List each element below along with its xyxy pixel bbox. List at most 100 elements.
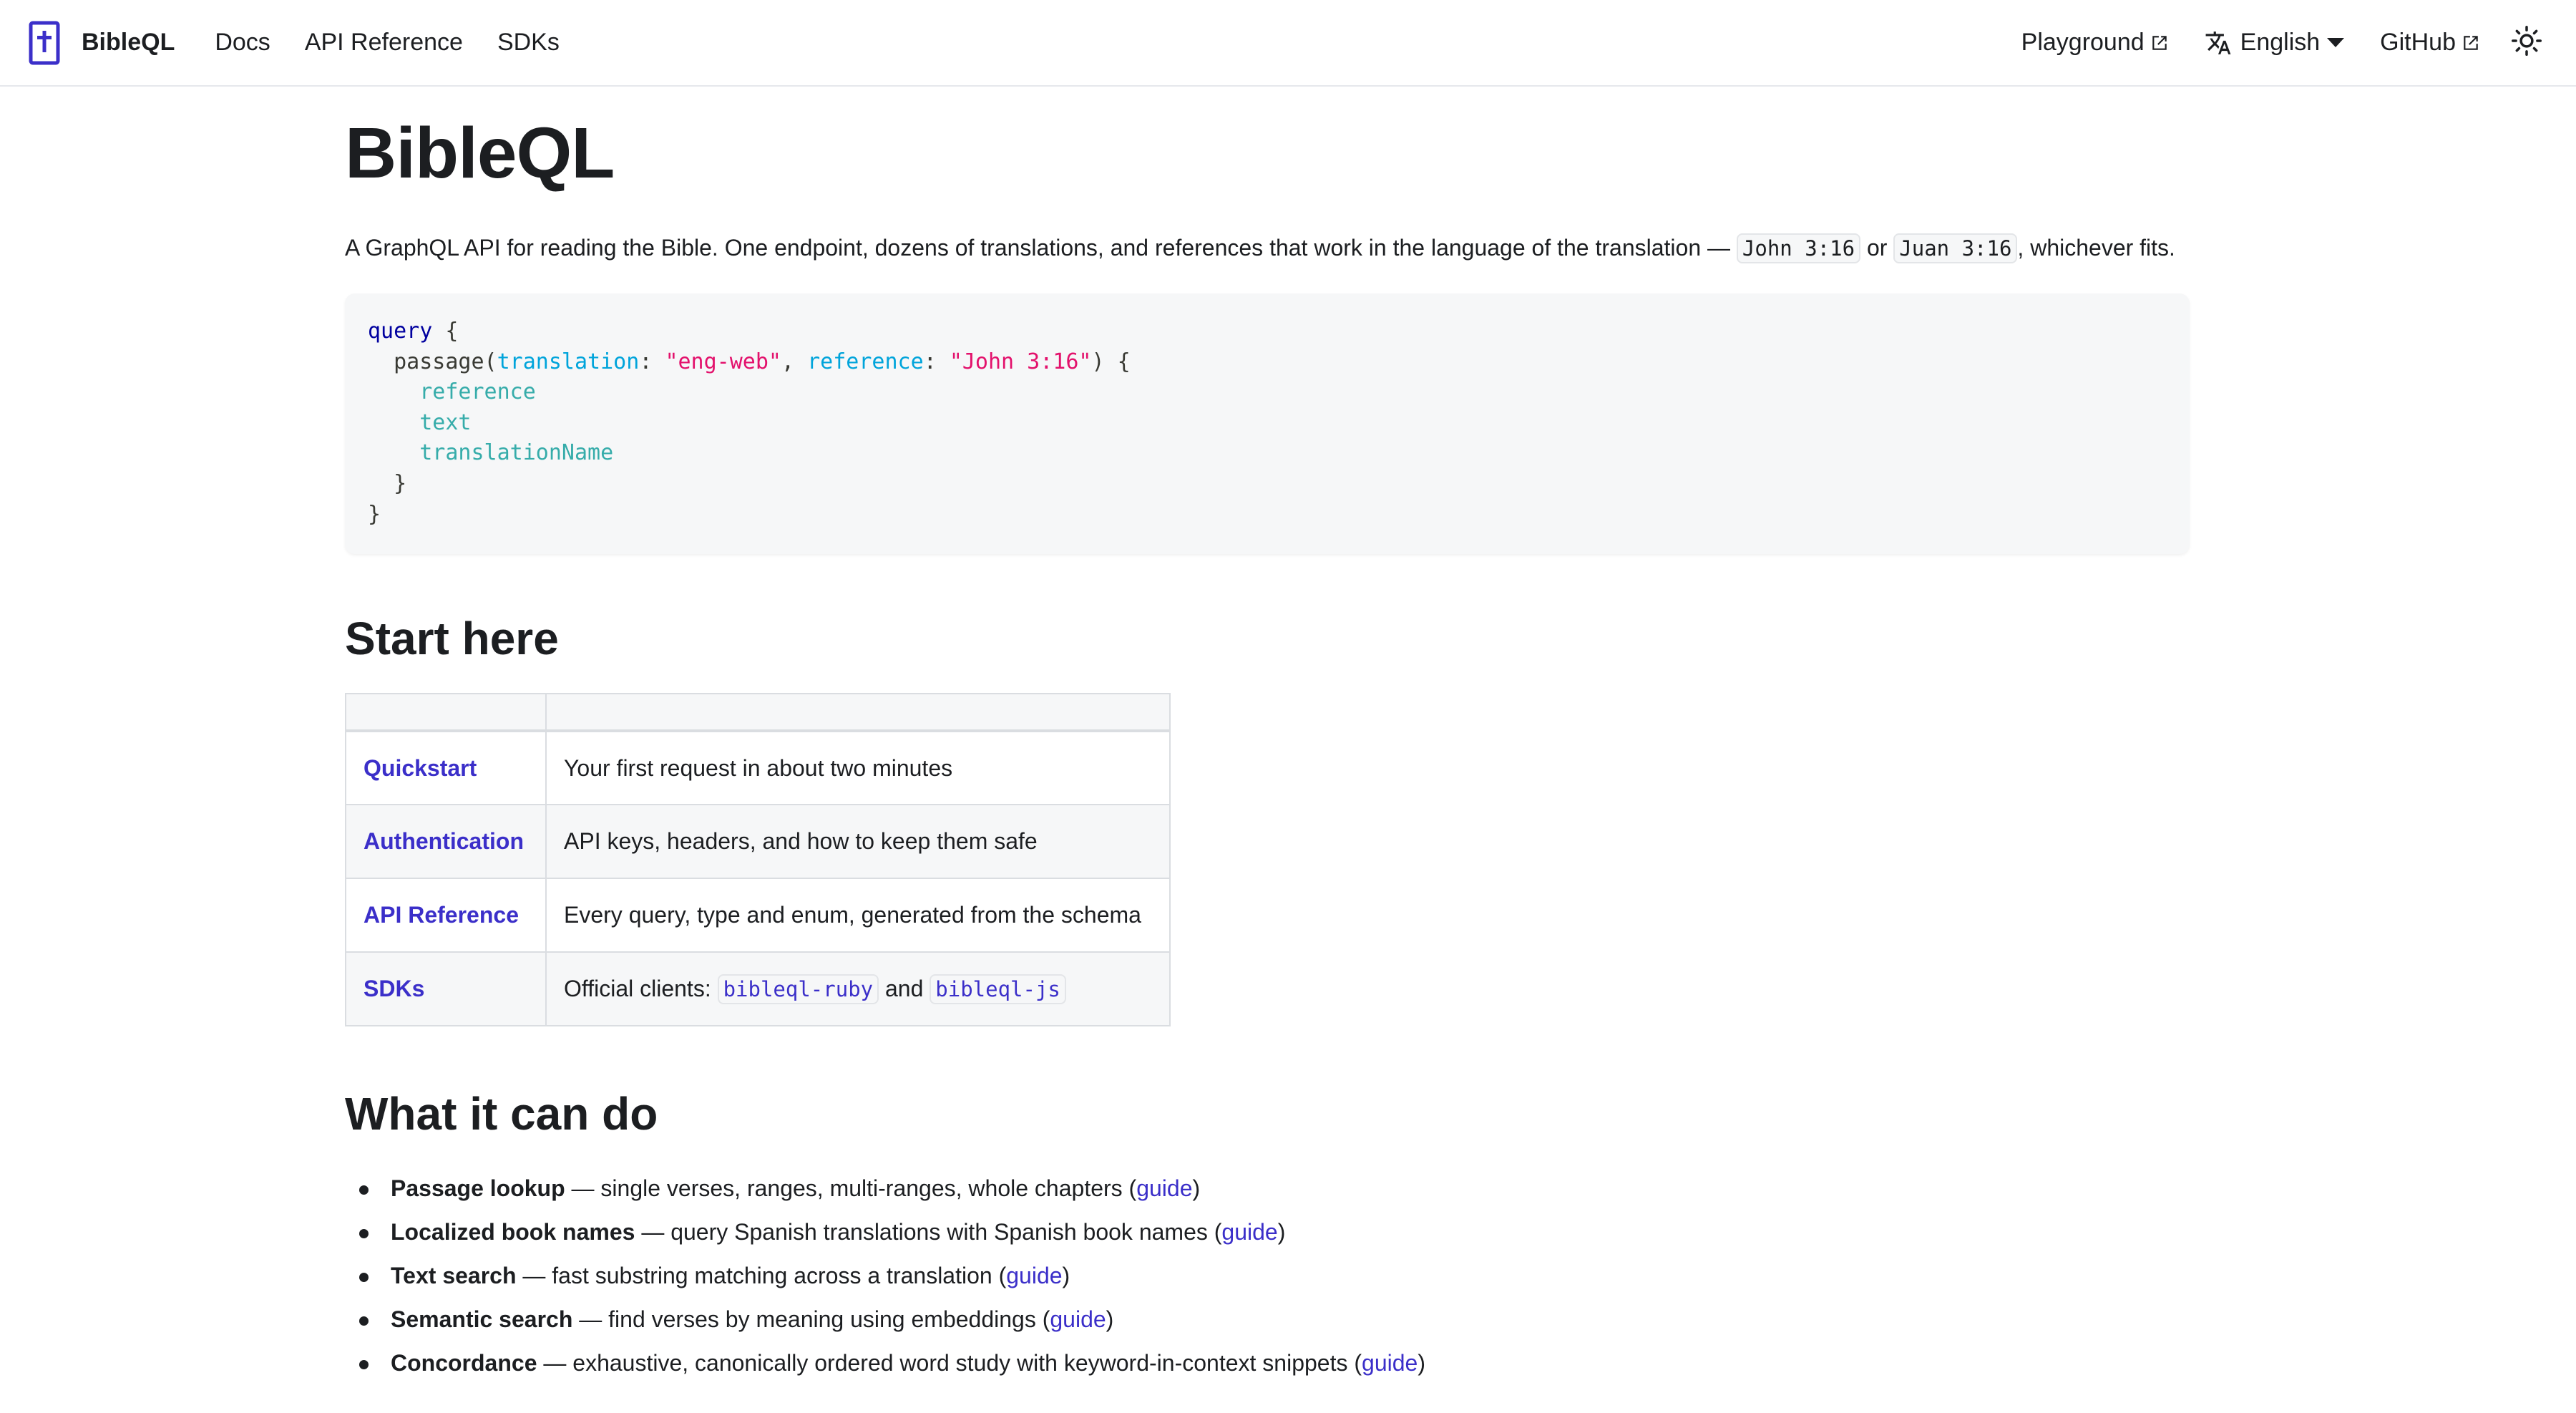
bible-cross-icon [29,21,60,65]
code-punct: : [639,349,665,374]
feature-close: ) [1192,1175,1201,1201]
list-item: Concordance — exhaustive, canonically or… [345,1341,2190,1385]
external-link-icon [2150,34,2169,52]
github-link[interactable]: GitHub [2380,29,2480,57]
guide-link[interactable]: guide [1221,1219,1277,1245]
code-field: text [419,409,472,435]
page-title: BibleQL [345,113,615,193]
translate-icon [2205,29,2232,57]
theme-toggle-button[interactable] [2506,22,2547,64]
table-cell: Authentication [345,804,547,879]
feature-title: Semantic search [391,1306,573,1332]
caret-down-icon [2327,37,2345,48]
feature-desc: — single verses, ranges, multi-ranges, w… [565,1175,1137,1201]
sun-icon [2512,26,2542,59]
intro-end: , whichever fits. [2017,235,2175,261]
code-arg: translation [497,349,640,374]
table-cell: SDKs [345,951,547,1026]
code-arg: reference [807,349,924,374]
table-cell: Official clients: bibleql-ruby and bible… [545,951,1171,1026]
sdks-and: and [885,976,924,1001]
what-it-can-do-heading: What it can do [345,1088,658,1140]
brand-link[interactable]: BibleQL [29,0,175,85]
table-row: Authentication API keys, headers, and ho… [345,804,1171,879]
table-cell: API Reference [345,878,547,953]
table-header-row [345,693,1171,732]
table-cell: Quickstart [345,730,547,805]
feature-desc: — find verses by meaning using embedding… [572,1306,1050,1332]
code-call: passage( [368,349,497,374]
code-punct: , [781,349,808,374]
brand-title: BibleQL [82,29,175,56]
api-reference-link[interactable]: API Reference [364,902,519,928]
language-label: English [2240,29,2321,56]
guide-link[interactable]: guide [1136,1175,1192,1201]
sdks-link[interactable]: SDKs [364,976,424,1001]
table-row: SDKs Official clients: bibleql-ruby and … [345,951,1171,1026]
language-dropdown[interactable]: English [2205,29,2345,57]
code-line: text [368,408,2167,439]
feature-title: Passage lookup [391,1175,565,1201]
intro-text: A GraphQL API for reading the Bible. One… [345,235,1731,261]
feature-close: ) [1277,1219,1286,1245]
nav-sdks-link[interactable]: SDKs [497,29,560,57]
code-punct: : [923,349,950,374]
table-cell: Your first request in about two minutes [545,730,1171,805]
package-js[interactable]: bibleql-js [930,974,1066,1004]
code-string: "John 3:16" [949,349,1092,374]
table-cell: API keys, headers, and how to keep them … [545,804,1171,879]
code-field: translationName [419,440,614,466]
sdks-desc-prefix: Official clients: [564,976,711,1001]
table-cell: Every query, type and enum, generated fr… [545,878,1171,953]
guide-link[interactable]: guide [1006,1263,1062,1288]
intro-paragraph: A GraphQL API for reading the Bible. One… [345,229,2190,268]
external-link-icon [2462,34,2480,52]
feature-desc: — exhaustive, canonically ordered word s… [537,1350,1362,1376]
quickstart-link[interactable]: Quickstart [364,755,477,781]
code-keyword: query [368,319,433,344]
table-header-cell [345,693,547,732]
code-string: "eng-web" [665,349,781,374]
github-label: GitHub [2380,29,2456,56]
list-item: Passage lookup — single verses, ranges, … [345,1167,2190,1210]
code-line: passage(translation: "eng-web", referenc… [368,347,2167,378]
feature-close: ) [1106,1306,1114,1332]
list-item: Localized book names — query Spanish tra… [345,1210,2190,1254]
feature-title: Localized book names [391,1219,635,1245]
code-line: } [368,470,407,496]
features-list: Passage lookup — single verses, ranges, … [345,1167,2190,1385]
feature-title: Text search [391,1263,517,1288]
list-item: Semantic search — find verses by meaning… [345,1298,2190,1341]
code-punct: ) { [1091,349,1131,374]
guide-link[interactable]: guide [1050,1306,1106,1332]
feature-close: ) [1062,1263,1070,1288]
package-ruby[interactable]: bibleql-ruby [717,974,879,1004]
graphql-code-block[interactable]: query { passage(translation: "eng-web", … [345,293,2190,554]
nav-api-reference-link[interactable]: API Reference [305,29,463,57]
feature-title: Concordance [391,1350,537,1376]
code-line: } [368,501,381,527]
authentication-link[interactable]: Authentication [364,828,524,854]
intro-code-spanish: Juan 3:16 [1893,233,2018,263]
code-field: reference [419,379,536,405]
playground-link[interactable]: Playground [2021,29,2169,57]
feature-close: ) [1418,1350,1425,1376]
list-item: Text search — fast substring matching ac… [345,1254,2190,1298]
start-here-table: Quickstart Your first request in about t… [345,693,1171,1026]
navbar: BibleQL Docs API Reference SDKs Playgrou… [0,0,2576,87]
code-line: query { [368,316,2167,347]
table-row: API Reference Every query, type and enum… [345,878,1171,953]
nav-docs-link[interactable]: Docs [215,29,270,57]
intro-or: or [1866,235,1888,261]
feature-desc: — query Spanish translations with Spanis… [635,1219,1222,1245]
guide-link[interactable]: guide [1362,1350,1418,1376]
code-punct: { [432,319,459,344]
intro-code-english: John 3:16 [1736,233,1861,263]
playground-label: Playground [2021,29,2145,56]
start-here-heading: Start here [345,613,559,664]
code-line: reference [368,377,2167,408]
feature-desc: — fast substring matching across a trans… [516,1263,1007,1288]
code-line: translationName [368,438,2167,469]
main-content: BibleQL A GraphQL API for reading the Bi… [345,87,2190,1385]
table-row: Quickstart Your first request in about t… [345,730,1171,805]
